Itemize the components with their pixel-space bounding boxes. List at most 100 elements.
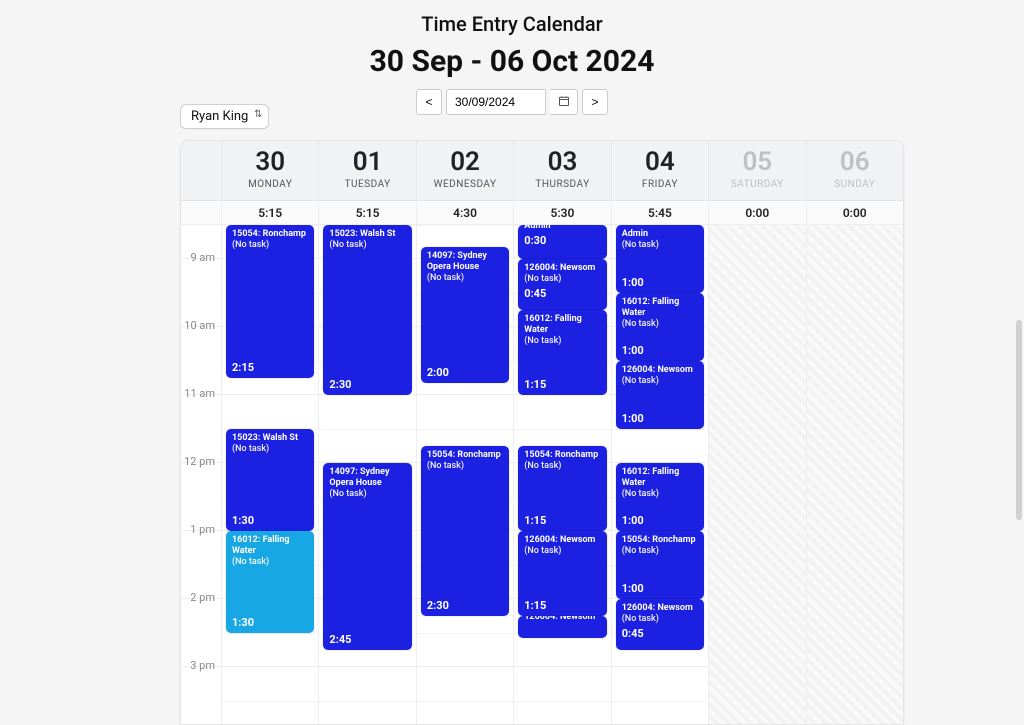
day-column-0[interactable]: 15054: Ronchamp(No task) 2:15 15023: Walsh…	[221, 225, 318, 724]
entry-duration: 1:00	[622, 514, 644, 527]
day-total-3: 5:30	[513, 201, 610, 224]
day-columns: 15054: Ronchamp(No task)2:1515023: Walsh…	[221, 225, 903, 724]
day-of-week: SUNDAY	[807, 179, 903, 190]
time-entry[interactable]: 15054: Ronchamp(No task) 2:15	[226, 225, 314, 378]
entry-title: 15023: Walsh St	[329, 229, 405, 240]
entry-duration: 0:45	[524, 287, 600, 300]
time-entry[interactable]: 15023: Walsh St(No task) 2:30	[323, 225, 411, 395]
entry-duration: 1:00	[622, 582, 644, 595]
time-entry[interactable]: 16012: Falling Water(No task)1:00	[616, 293, 704, 361]
entry-title: 16012: Falling Water	[622, 297, 698, 319]
entry-duration: 1:30	[232, 616, 254, 629]
time-entry[interactable]: 14097: Sydney Opera House(No task)2:45	[323, 463, 411, 650]
day-column-3[interactable]: Admin0:30126004: Newsom(No task)0:451601…	[513, 225, 610, 724]
day-column-6[interactable]	[806, 225, 903, 724]
time-entry[interactable]: 126004: Newsom(No task) 0:45	[616, 599, 704, 650]
day-column-2[interactable]: 14097: Sydney Opera House(No task)2:0015…	[416, 225, 513, 724]
day-header-1[interactable]: 01 TUESDAY	[318, 141, 415, 200]
entry-task: (No task)	[622, 319, 698, 330]
entry-duration: 0:30	[524, 234, 600, 247]
day-of-week: SATURDAY	[709, 179, 805, 190]
time-entry[interactable]: 15054: Ronchamp(No task)1:00	[616, 531, 704, 599]
entry-task: (No task)	[524, 336, 600, 347]
user-select[interactable]: Ryan King	[180, 104, 269, 129]
date-input[interactable]	[446, 89, 546, 115]
day-number: 02	[417, 147, 513, 177]
day-header-3[interactable]: 03THURSDAY	[513, 141, 610, 200]
day-of-week: WEDNESDAY	[417, 179, 513, 190]
entry-title: 16012: Falling Water	[524, 314, 600, 336]
entry-title: 126004: Newsom	[524, 263, 600, 274]
day-column-4[interactable]: Admin(No task)1:0016012: Falling Water(N…	[611, 225, 708, 724]
hour-label: 10 am	[181, 319, 221, 332]
time-entry[interactable]: Admin(No task)1:00	[616, 225, 704, 293]
entry-title: 126004: Newsom	[622, 365, 698, 376]
entry-duration: 2:30	[329, 378, 351, 391]
entry-task: (No task)	[427, 273, 503, 284]
entry-duration: 1:00	[622, 276, 644, 289]
hour-label: 1 pm	[181, 523, 221, 536]
day-number: 01	[319, 147, 415, 177]
entry-title: 15054: Ronchamp	[232, 229, 308, 240]
day-header-4[interactable]: 04FRIDAY	[611, 141, 708, 200]
entry-title: 16012: Falling Water	[232, 535, 308, 557]
time-entry[interactable]: 14097: Sydney Opera House(No task)2:00	[421, 247, 509, 383]
entry-title: 126004: Newsom	[622, 603, 698, 614]
entry-task: (No task)	[524, 461, 600, 472]
date-nav-bar: < >	[0, 89, 1024, 115]
day-column-1[interactable]: 15023: Walsh St(No task)2:3014097: Sydne…	[318, 225, 415, 724]
entry-task: (No task)	[622, 614, 698, 625]
day-total-4: 5:45	[611, 201, 708, 224]
calendar-icon	[558, 95, 570, 110]
time-entry[interactable]: 126004: Newsom(No task)1:00	[616, 361, 704, 429]
entry-title: 15054: Ronchamp	[622, 535, 698, 546]
hour-label: 12 pm	[181, 455, 221, 468]
day-header-6[interactable]: 06 SUNDAY	[806, 141, 903, 200]
day-header-0[interactable]: 30MONDAY	[221, 141, 318, 200]
time-entry[interactable]: Admin 0:30	[518, 225, 606, 259]
scrollbar-thumb[interactable]	[1016, 320, 1022, 520]
day-total-5: 0:00	[708, 201, 805, 224]
date-picker-button[interactable]	[550, 89, 578, 115]
time-entry[interactable]: 15023: Walsh St(No task)1:30	[226, 429, 314, 531]
time-entry[interactable]: 15054: Ronchamp(No task) 2:30	[421, 446, 509, 616]
day-column-5[interactable]	[708, 225, 805, 724]
entry-duration: 0:45	[622, 627, 698, 640]
entry-task: (No task)	[329, 240, 405, 251]
day-total-0: 5:15	[221, 201, 318, 224]
entry-task: (No task)	[329, 489, 405, 500]
entry-task: (No task)	[622, 489, 698, 500]
prev-week-button[interactable]: <	[416, 89, 442, 115]
entry-title: Admin	[524, 225, 600, 232]
day-header-5[interactable]: 05SATURDAY	[708, 141, 805, 200]
calendar-body[interactable]: 9 am10 am11 am12 pm1 pm2 pm3 pm4 pm 1505…	[181, 225, 903, 724]
entry-title: 15054: Ronchamp	[524, 450, 600, 461]
entry-duration: 1:30	[232, 514, 254, 527]
entry-task: (No task)	[524, 546, 600, 557]
time-entry[interactable]: 16012: Falling Water(No task)1:30	[226, 531, 314, 633]
time-entry[interactable]: 126004: Newsom(No task)1:15	[518, 531, 606, 616]
day-number: 30	[222, 147, 318, 177]
day-number: 06	[807, 147, 903, 177]
entry-title: 126004: Newsom	[524, 616, 600, 623]
time-entry[interactable]: 15054: Ronchamp(No task)1:15	[518, 446, 606, 531]
entry-title: 15054: Ronchamp	[427, 450, 503, 461]
time-entry[interactable]: 126004: Newsom(No task)0:45	[518, 259, 606, 310]
entry-task: (No task)	[427, 461, 503, 472]
entry-title: 126004: Newsom	[524, 535, 600, 546]
next-week-button[interactable]: >	[582, 89, 608, 115]
hour-label: 9 am	[181, 251, 221, 264]
entry-duration: 2:00	[427, 366, 449, 379]
day-of-week: TUESDAY	[319, 179, 415, 190]
day-total-1: 5:15	[318, 201, 415, 224]
entry-duration: 2:15	[232, 361, 254, 374]
time-entry[interactable]: 126004: Newsom	[518, 616, 606, 638]
entry-task: (No task)	[232, 240, 308, 251]
day-header-2[interactable]: 02 WEDNESDAY	[416, 141, 513, 200]
day-total-2: 4:30	[416, 201, 513, 224]
calendar-header: 30MONDAY01 TUESDAY02 WEDNESDAY03THURSDAY04…	[181, 141, 903, 201]
entry-title: 15023: Walsh St	[232, 433, 308, 444]
time-entry[interactable]: 16012: Falling Water(No task)1:15	[518, 310, 606, 395]
time-entry[interactable]: 16012: Falling Water(No task)1:00	[616, 463, 704, 531]
entry-duration: 2:30	[427, 599, 449, 612]
